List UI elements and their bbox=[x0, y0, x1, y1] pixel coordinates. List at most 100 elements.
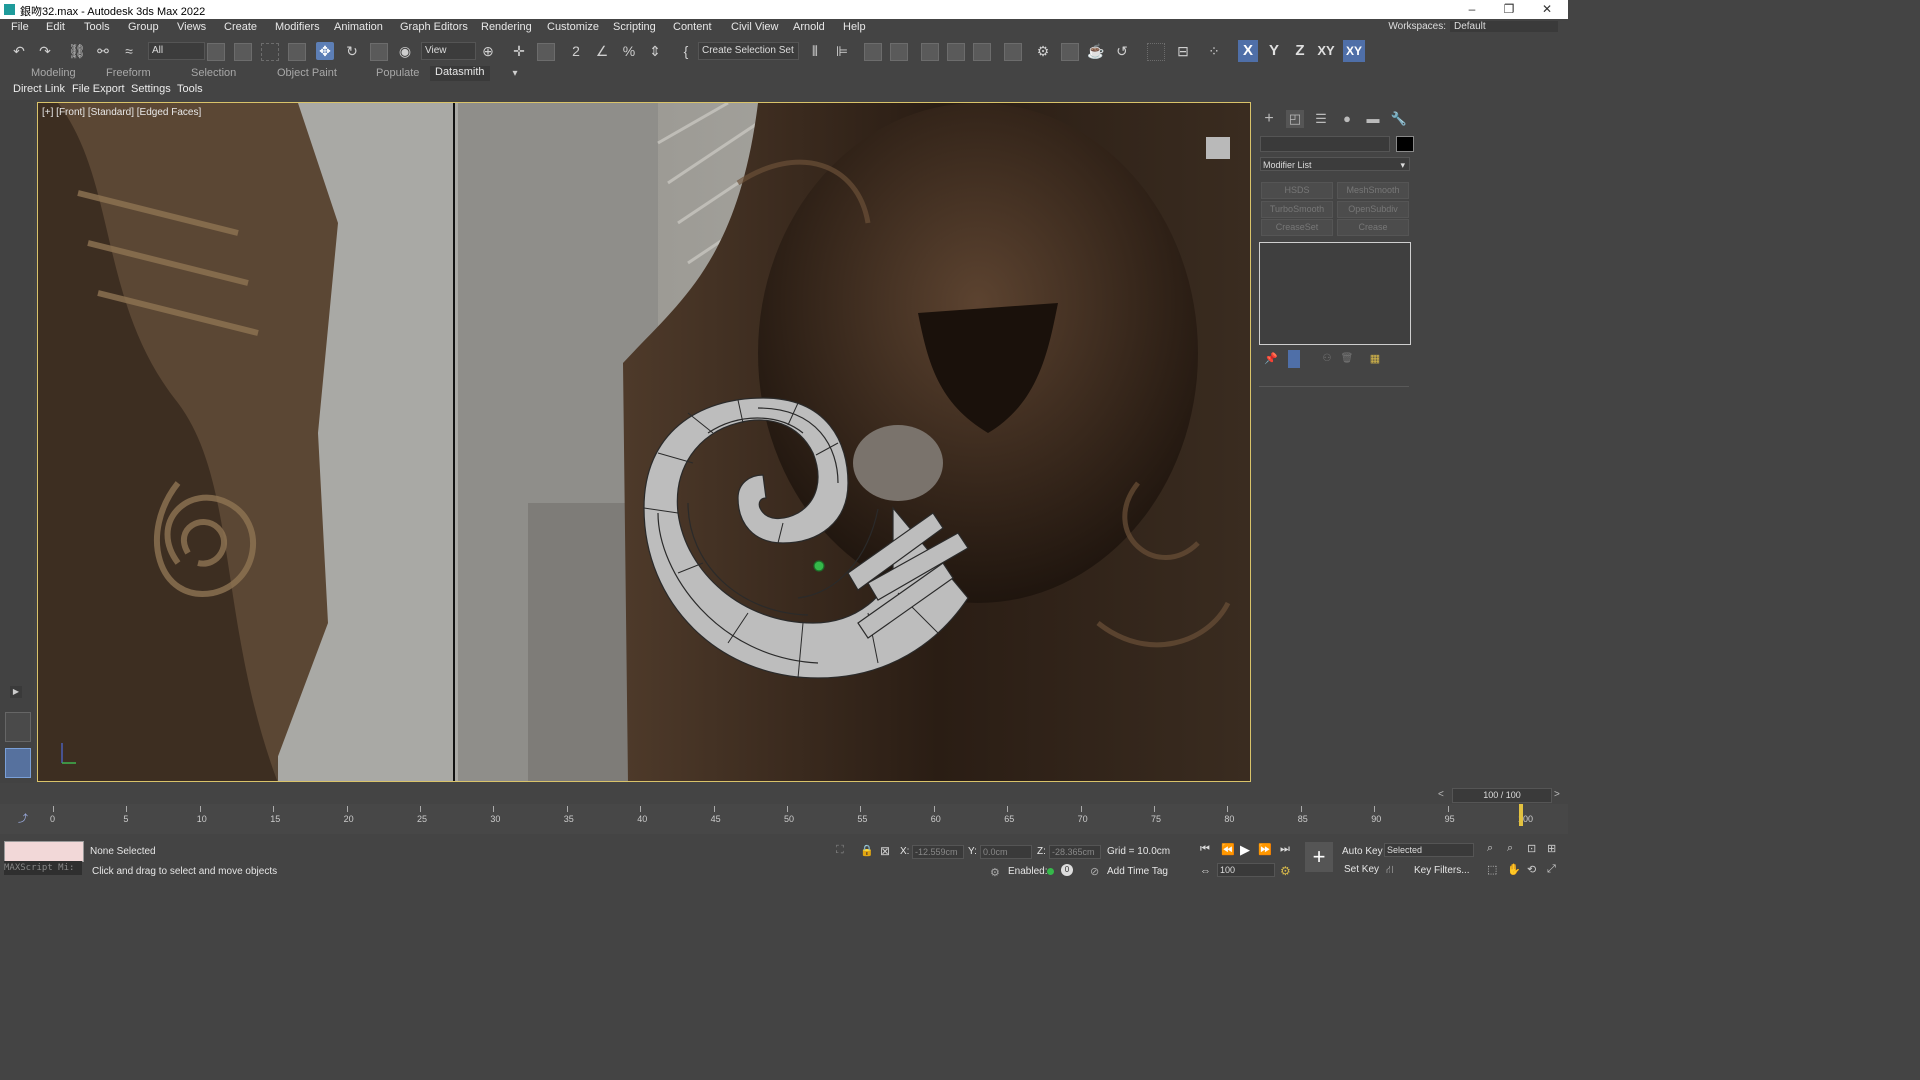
submenu-file-export[interactable]: File Export bbox=[72, 83, 125, 95]
select-and-move-icon[interactable]: ✥ bbox=[316, 42, 334, 60]
object-color-swatch[interactable] bbox=[1396, 136, 1414, 152]
y-coordinate-field[interactable]: 0.0cm bbox=[980, 845, 1032, 859]
ribbon-tab-populate[interactable]: Populate bbox=[376, 67, 419, 79]
key-mode-toggle-icon[interactable]: ⇔ bbox=[1200, 865, 1211, 877]
maximize-viewport-icon[interactable]: ⤢ bbox=[1547, 863, 1556, 876]
select-and-place-icon[interactable]: ◉ bbox=[396, 42, 414, 60]
play-icon[interactable]: ▶ bbox=[1240, 842, 1250, 858]
ribbon-tab-object-paint[interactable]: Object Paint bbox=[277, 67, 337, 79]
toggle-ribbon-icon[interactable] bbox=[921, 43, 939, 61]
snaps-toggle-icon[interactable]: 2 bbox=[567, 42, 585, 60]
region-select-icon[interactable] bbox=[1147, 43, 1165, 61]
workspaces-selector[interactable]: Workspaces: Default bbox=[1388, 21, 1558, 32]
ribbon-tab-modeling[interactable]: Modeling bbox=[31, 67, 76, 79]
viewport-front[interactable]: [+] [Front] [Standard] [Edged Faces] bbox=[37, 102, 1251, 782]
selection-lock-toggle-icon[interactable]: 🔒 bbox=[860, 844, 874, 857]
close-button[interactable]: ✕ bbox=[1537, 2, 1557, 17]
current-frame-field[interactable]: 100 bbox=[1217, 863, 1275, 877]
display-tab-icon[interactable]: ▬ bbox=[1364, 110, 1382, 128]
menu-file[interactable]: File bbox=[11, 21, 29, 33]
menu-scripting[interactable]: Scripting bbox=[613, 21, 656, 33]
unlink-icon[interactable]: ⚯ bbox=[94, 42, 112, 60]
axis-y-button[interactable]: Y bbox=[1264, 40, 1284, 62]
spinner-snap-icon[interactable]: ⇕ bbox=[646, 42, 664, 60]
time-counter[interactable]: 0 bbox=[1061, 864, 1073, 876]
key-mode-dropdown[interactable]: Selected bbox=[1384, 843, 1474, 857]
x-coordinate-field[interactable]: -12.559cm bbox=[912, 845, 964, 859]
menu-group[interactable]: Group bbox=[128, 21, 159, 33]
selection-filter-dropdown[interactable]: All bbox=[148, 42, 205, 60]
hsds-button[interactable]: HSDS bbox=[1261, 182, 1333, 199]
menu-tools[interactable]: Tools bbox=[84, 21, 110, 33]
meshsmooth-button[interactable]: MeshSmooth bbox=[1337, 182, 1409, 199]
ribbon-tab-datasmith[interactable]: Datasmith bbox=[430, 66, 490, 81]
render-setup-icon[interactable]: ⚙ bbox=[1034, 42, 1052, 60]
set-key-button[interactable]: Set Key bbox=[1344, 864, 1379, 875]
orbit-icon[interactable]: ⟲ bbox=[1527, 863, 1536, 876]
motion-tab-icon[interactable]: ● bbox=[1338, 110, 1356, 128]
crease-button[interactable]: Crease bbox=[1337, 219, 1409, 236]
next-frame-icon[interactable]: ⏩ bbox=[1258, 843, 1272, 856]
curve-editor-icon[interactable] bbox=[947, 43, 965, 61]
time-tag-icon[interactable]: ⊘ bbox=[1090, 865, 1099, 878]
show-end-result-icon[interactable] bbox=[1288, 350, 1300, 368]
select-and-scale-icon[interactable] bbox=[370, 43, 388, 61]
menu-content[interactable]: Content bbox=[673, 21, 712, 33]
pin-stack-icon[interactable]: 📌 bbox=[1262, 350, 1280, 368]
keyboard-shortcut-override-icon[interactable] bbox=[537, 43, 555, 61]
pan-view-icon[interactable]: ✋ bbox=[1507, 863, 1521, 876]
expand-arrow-icon[interactable]: ▶ bbox=[10, 686, 22, 698]
go-to-start-icon[interactable]: ⏮ bbox=[1200, 843, 1210, 856]
menu-views[interactable]: Views bbox=[177, 21, 206, 33]
menu-modifiers[interactable]: Modifiers bbox=[275, 21, 320, 33]
zoom-all-icon[interactable]: ⌕ bbox=[1507, 842, 1513, 855]
time-configuration-icon[interactable]: ⚙ bbox=[1280, 864, 1291, 878]
adaptive-degradation-icon[interactable]: ⚙ bbox=[990, 866, 1000, 879]
axis-x-button[interactable]: X bbox=[1238, 40, 1258, 62]
zoom-extents-icon[interactable]: ⊡ bbox=[1527, 842, 1536, 855]
angle-snap-icon[interactable]: ∠ bbox=[593, 42, 611, 60]
viewport-label[interactable]: [+] [Front] [Standard] [Edged Faces] bbox=[42, 107, 201, 118]
render-activeshade-icon[interactable]: ↺ bbox=[1113, 42, 1131, 60]
menu-edit[interactable]: Edit bbox=[46, 21, 65, 33]
configure-modifier-sets-icon[interactable]: ▦ bbox=[1366, 350, 1384, 368]
maxscript-mini-listener[interactable]: MAXScript Mi: bbox=[4, 861, 82, 875]
set-keys-icon[interactable]: + bbox=[1305, 842, 1333, 872]
material-editor-icon[interactable] bbox=[1004, 43, 1022, 61]
window-crossing-icon[interactable] bbox=[288, 43, 306, 61]
axis-constraint-button[interactable]: XY bbox=[1343, 40, 1365, 62]
align-icon[interactable]: ⊫ bbox=[833, 42, 851, 60]
select-manipulate-icon[interactable]: ✛ bbox=[510, 42, 528, 60]
menu-customize[interactable]: Customize bbox=[547, 21, 599, 33]
object-name-field[interactable] bbox=[1260, 136, 1390, 152]
axis-z-button[interactable]: Z bbox=[1290, 40, 1310, 62]
menu-graph-editors[interactable]: Graph Editors bbox=[400, 21, 468, 33]
menu-create[interactable]: Create bbox=[224, 21, 257, 33]
zoom-extents-all-icon[interactable]: ⊞ bbox=[1547, 842, 1556, 855]
create-tab-icon[interactable]: + bbox=[1260, 110, 1278, 128]
named-selection-set-dropdown[interactable]: Create Selection Set bbox=[698, 42, 799, 60]
creaseset-button[interactable]: CreaseSet bbox=[1261, 219, 1333, 236]
edit-named-selection-icon[interactable]: { bbox=[677, 42, 695, 60]
auto-key-button[interactable]: Auto Key bbox=[1342, 846, 1383, 857]
reference-coordinate-dropdown[interactable]: View bbox=[421, 42, 476, 60]
opensubdiv-button[interactable]: OpenSubdiv bbox=[1337, 201, 1409, 218]
submenu-direct-link[interactable]: Direct Link bbox=[13, 83, 65, 95]
rendered-frame-window-icon[interactable] bbox=[1061, 43, 1079, 61]
restore-button[interactable]: ❐ bbox=[1499, 2, 1519, 17]
modify-tab-icon[interactable]: ◰ bbox=[1286, 110, 1304, 128]
ribbon-tab-freeform[interactable]: Freeform bbox=[106, 67, 151, 79]
hierarchy-tab-icon[interactable]: ☰ bbox=[1312, 110, 1330, 128]
ribbon-tab-selection[interactable]: Selection bbox=[191, 67, 236, 79]
enabled-indicator[interactable] bbox=[1047, 868, 1054, 875]
selection-lock-icon[interactable]: ⁘ bbox=[1205, 42, 1223, 60]
bind-spacewarp-icon[interactable]: ≈ bbox=[120, 42, 138, 60]
undo-icon[interactable]: ↶ bbox=[10, 42, 28, 60]
ribbon-options-icon[interactable]: ▾ bbox=[506, 65, 524, 83]
select-by-name-icon[interactable] bbox=[234, 43, 252, 61]
modifier-list-dropdown[interactable]: Modifier List ▾ bbox=[1260, 157, 1410, 171]
key-filters-button[interactable]: Key Filters... bbox=[1414, 865, 1470, 876]
submenu-tools[interactable]: Tools bbox=[177, 83, 203, 95]
layout-single-pane-icon[interactable] bbox=[5, 748, 31, 778]
maxscript-listener-pink[interactable] bbox=[4, 841, 84, 862]
